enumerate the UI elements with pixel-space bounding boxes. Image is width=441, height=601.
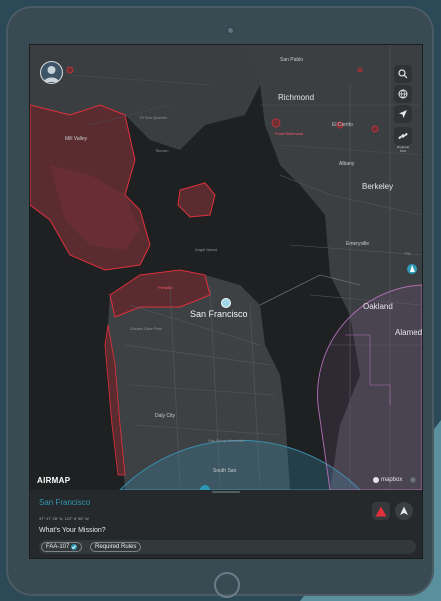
mission-panel: San Francisco 37° 47' 28" N, 122° 8' 56"…: [30, 490, 422, 558]
globe-button[interactable]: [394, 85, 412, 103]
label-point-richmond: Point Richmond: [275, 131, 304, 136]
label-piedmont: Pie: [405, 251, 411, 256]
profile-avatar[interactable]: [40, 61, 63, 84]
search-icon: [398, 69, 408, 79]
app-screen: San Francisco Oakland Berkeley Richmond …: [29, 44, 423, 559]
chip-faa-107[interactable]: FAA-107: [41, 542, 83, 552]
label-pt-san-quentin: Pt San Quentin: [140, 115, 168, 120]
label-san-pablo: San Pablo: [280, 57, 304, 63]
chip-required-rules[interactable]: Required Rules: [90, 542, 142, 552]
label-mill-valley: Mill Valley: [65, 136, 88, 142]
label-tiburon: Tiburon: [155, 148, 169, 153]
label-angel-island: Angel Island: [195, 247, 218, 252]
map-view[interactable]: San Francisco Oakland Berkeley Richmond …: [30, 45, 422, 490]
label-san-francisco: San Francisco: [190, 309, 248, 319]
label-richmond: Richmond: [278, 93, 315, 102]
mapbox-attribution[interactable]: mapbox: [373, 477, 402, 483]
check-icon: [71, 544, 78, 550]
locate-arrow-icon: [399, 110, 407, 118]
camera-dot: [226, 26, 235, 35]
mapbox-text: mapbox: [381, 477, 403, 483]
warning-triangle-icon: [375, 506, 387, 516]
globe-icon: [398, 89, 408, 99]
airmap-logo: AIRMAP: [37, 476, 71, 485]
flight-plane-icon: [400, 506, 408, 515]
label-berkeley: Berkeley: [362, 182, 394, 191]
satellite-button[interactable]: [394, 127, 412, 145]
satellite-icon: [398, 132, 408, 140]
label-presidio: Presidio: [158, 285, 173, 290]
mission-label: What's Your Mission?: [39, 527, 106, 534]
chip-required-rules-label: Required Rules: [95, 544, 137, 550]
coordinates-text: 37° 47' 28" N, 122° 8' 56" W: [39, 516, 89, 521]
satellite-caption: Regional Park: [397, 145, 409, 153]
panel-drag-handle[interactable]: [212, 491, 240, 493]
person-icon: [44, 66, 59, 82]
chip-faa-107-label: FAA-107: [46, 544, 70, 550]
label-oakland: Oakland: [363, 302, 393, 311]
label-emeryville: Emeryville: [346, 241, 370, 247]
label-daly-city: Daly City: [155, 413, 176, 419]
label-south-san: South San: [213, 468, 237, 474]
mapbox-logo-icon: [373, 477, 379, 483]
map-canvas[interactable]: [30, 45, 422, 490]
locate-button[interactable]: [394, 105, 412, 123]
home-button[interactable]: [214, 572, 240, 598]
flight-button[interactable]: [395, 502, 413, 520]
label-golden-gate-park: Golden Gate Park: [130, 326, 163, 331]
airspace-status-button[interactable]: [372, 502, 390, 520]
label-alameda: Alamed: [395, 328, 423, 337]
label-el-cerrito: El Cerrito: [332, 122, 353, 128]
info-icon[interactable]: i: [410, 477, 416, 483]
search-button[interactable]: [394, 65, 412, 83]
label-san-bruno-mountain: San Bruno Mountain: [208, 438, 245, 443]
label-albany: Albany: [339, 161, 355, 167]
location-title: San Francisco: [39, 498, 91, 507]
